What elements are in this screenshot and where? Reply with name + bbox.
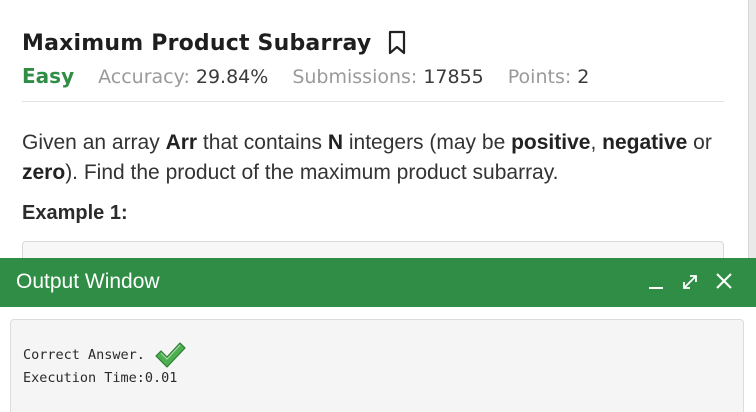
output-window-header: Output Window [0,258,756,307]
bookmark-icon[interactable] [387,30,407,56]
execution-time: Execution Time:0.01 [23,370,178,386]
description-text: integers (may be [343,131,512,154]
scrollbar-track[interactable] [748,0,756,260]
description-text: that contains [197,131,328,154]
accuracy-value: 29.84% [195,66,269,88]
problem-panel: Maximum Product Subarray Easy Accuracy: … [0,0,748,273]
description-term-n: N [327,131,344,154]
submissions-value: 17855 [423,66,484,88]
difficulty-badge: Easy [22,64,75,88]
problem-meta: Easy Accuracy: 29.84% Submissions: 17855… [22,64,589,88]
description-term-positive: positive [511,131,591,154]
description-text: , [590,131,603,154]
example-heading: Example 1: [22,202,128,224]
output-window-title: Output Window [16,270,160,293]
points-value: 2 [577,66,590,88]
description-term-arr: Arr [165,131,198,154]
description-text: ). Find the product of the maximum produ… [65,161,559,184]
accuracy-label: Accuracy: [98,66,190,88]
divider [22,101,724,102]
expand-icon[interactable] [680,270,700,292]
output-window: Output Window Correct Answer. Execution … [0,258,756,412]
points-label: Points: [507,66,572,88]
problem-description: Given an array Arr that contains N integ… [22,128,732,188]
title-row: Maximum Product Subarray [22,30,407,56]
result-line: Correct Answer. [23,340,187,370]
description-text: or [687,131,712,154]
description-term-zero: zero [22,161,66,184]
description-text: Given an array [22,131,166,154]
result-text: Correct Answer. [23,347,145,363]
output-console: Correct Answer. Execution Time:0.01 [10,319,744,412]
problem-title: Maximum Product Subarray [22,30,372,56]
description-term-negative: negative [602,131,688,154]
minimize-icon[interactable] [646,270,666,292]
close-icon[interactable] [714,270,734,292]
submissions-label: Submissions: [292,66,418,88]
page: Maximum Product Subarray Easy Accuracy: … [0,0,756,412]
window-controls [646,270,734,292]
checkmark-icon [153,340,187,370]
